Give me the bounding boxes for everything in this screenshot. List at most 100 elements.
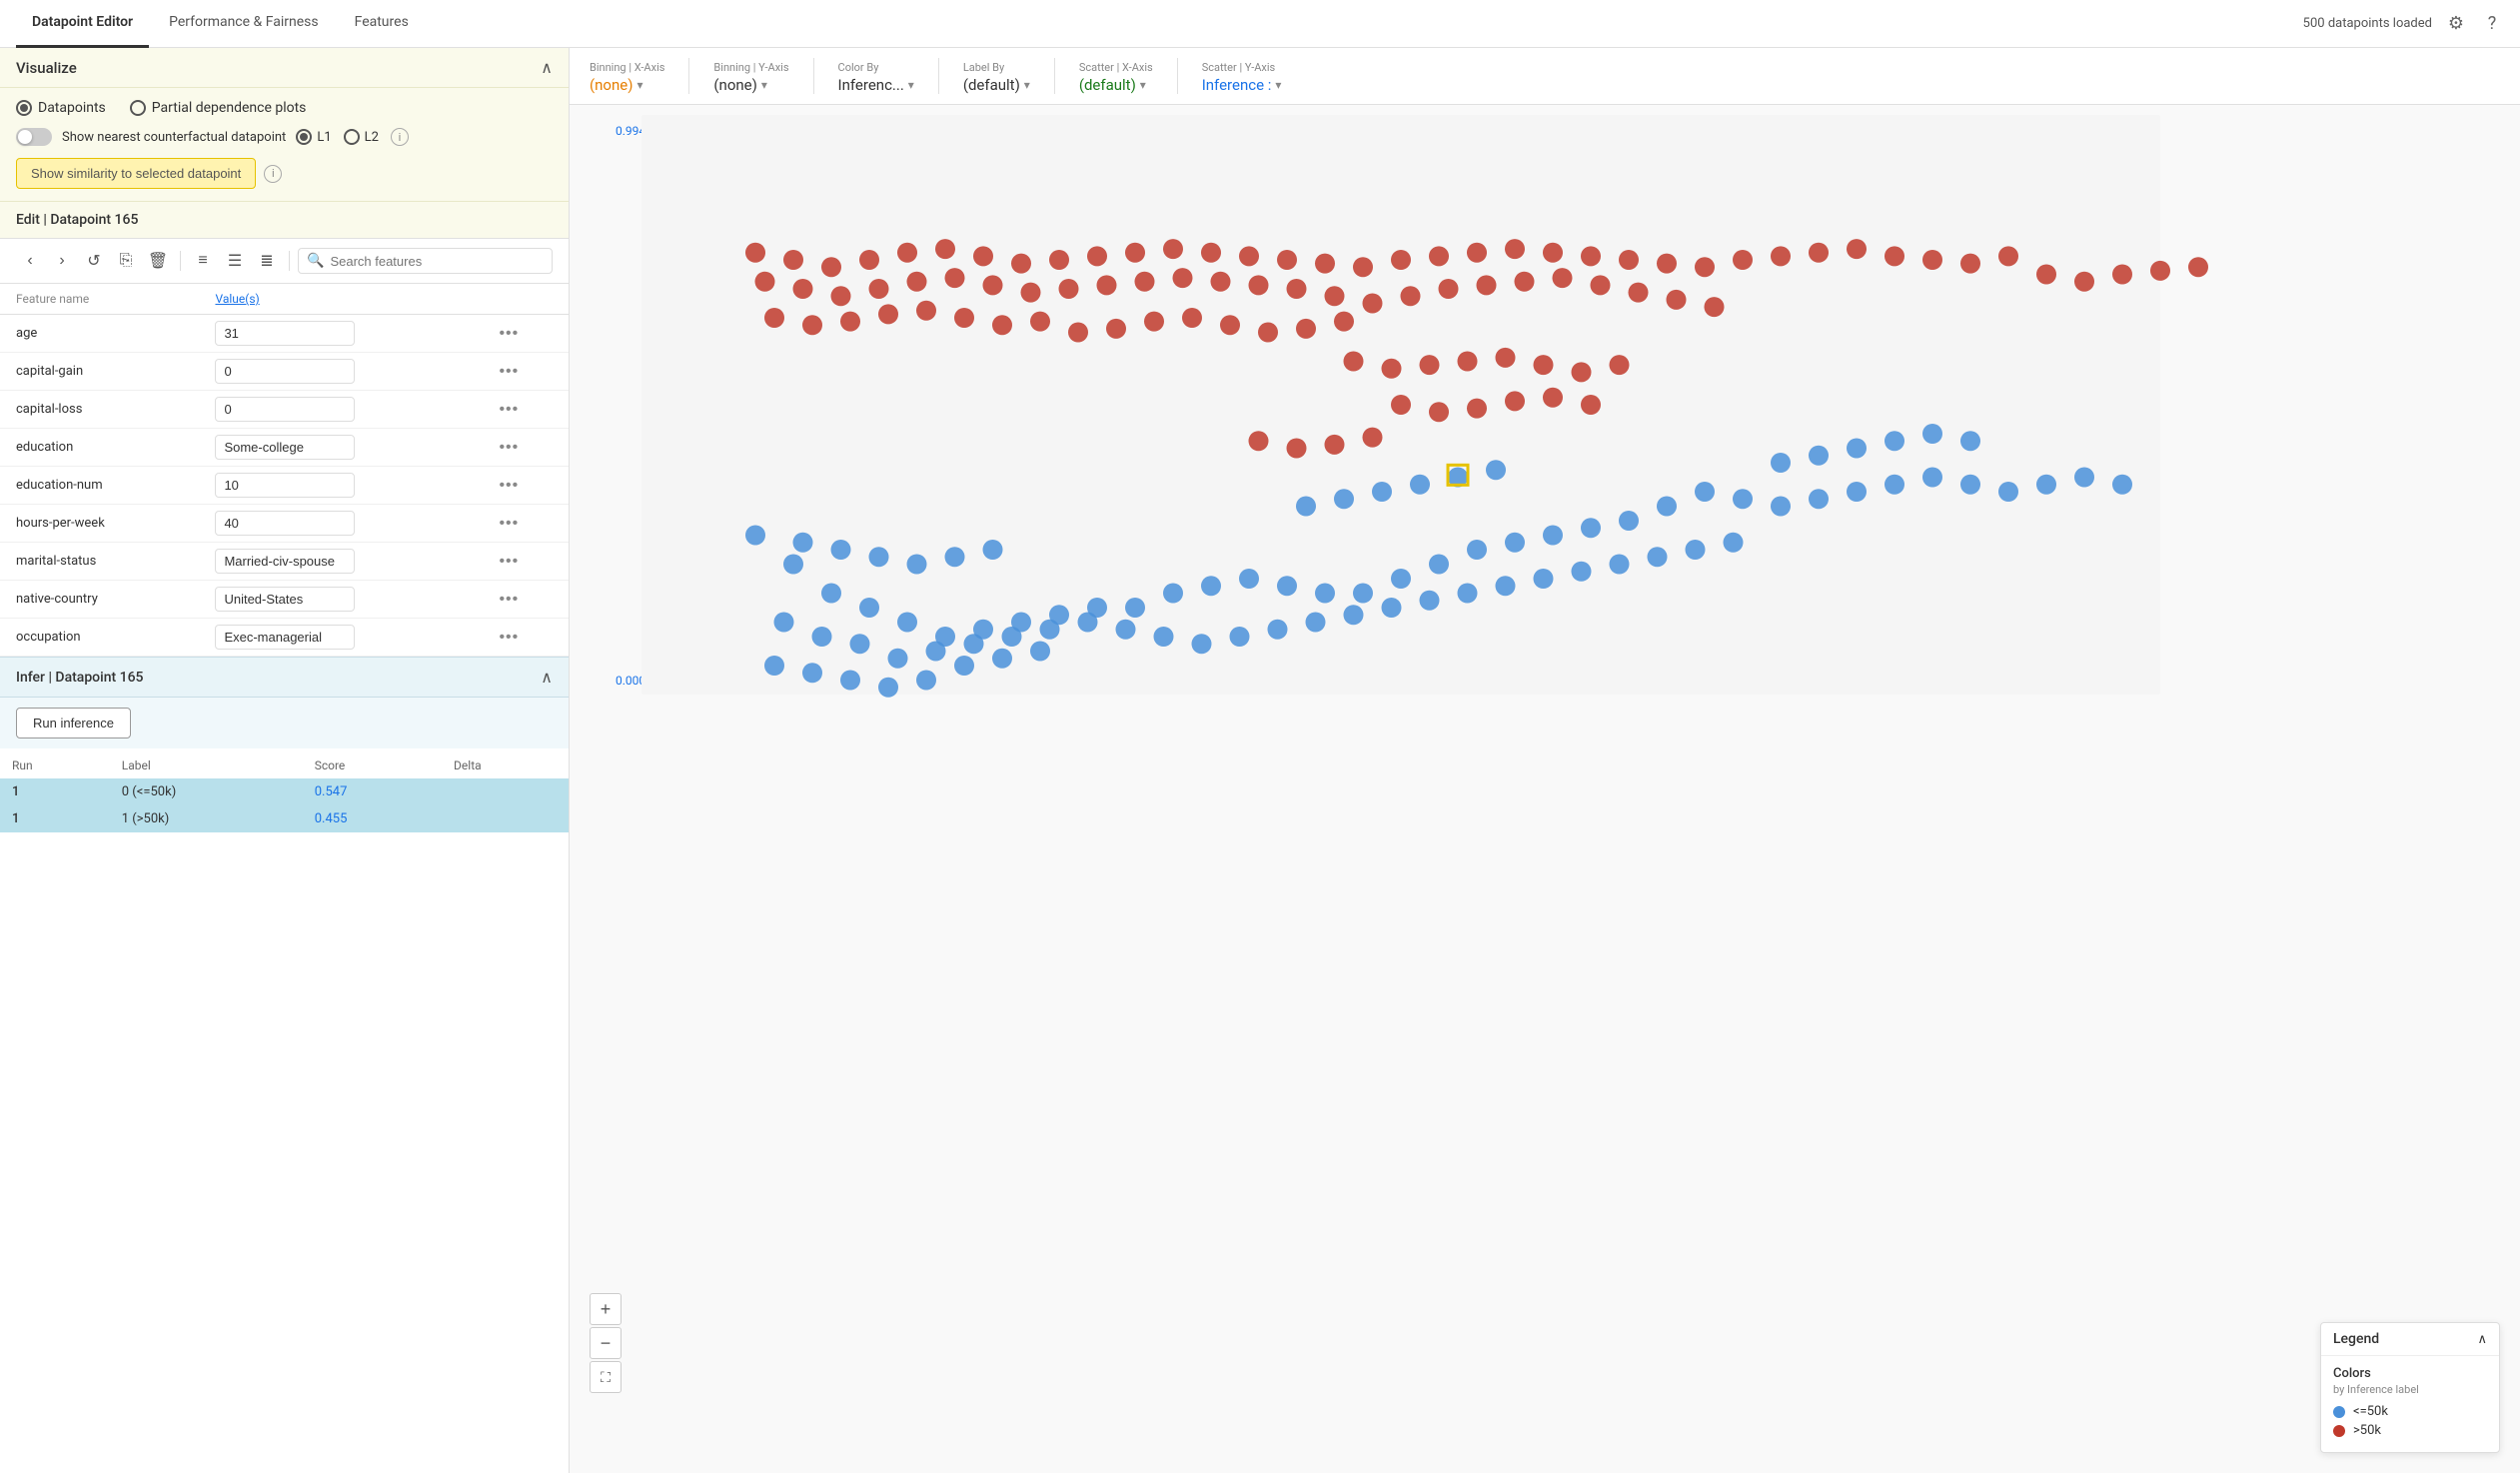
red-data-dot[interactable] (1239, 246, 1259, 266)
infer-row[interactable]: 1 1 (>50k) 0.455 (0, 805, 569, 832)
red-data-dot[interactable] (1287, 439, 1307, 459)
blue-data-dot[interactable] (812, 627, 832, 647)
tab-features[interactable]: Features (339, 0, 425, 48)
red-data-dot[interactable] (973, 246, 993, 266)
blue-data-dot[interactable] (1192, 634, 1212, 654)
feature-more-btn[interactable]: ••• (499, 553, 519, 571)
blue-data-dot[interactable] (1372, 482, 1392, 502)
scatter-plot[interactable]: 0.994 0.000502 (570, 105, 2520, 1473)
red-data-dot[interactable] (1011, 254, 1031, 274)
red-data-dot[interactable] (802, 315, 822, 335)
blue-data-dot[interactable] (1268, 620, 1288, 640)
red-data-dot[interactable] (1163, 239, 1183, 259)
red-data-dot[interactable] (1553, 268, 1573, 288)
blue-data-dot[interactable] (802, 663, 822, 683)
blue-data-dot[interactable] (888, 649, 908, 669)
blue-data-dot[interactable] (1543, 526, 1563, 546)
red-data-dot[interactable] (1705, 297, 1725, 317)
blue-data-dot[interactable] (774, 613, 794, 633)
l-info-icon[interactable]: i (391, 128, 409, 146)
settings-icon[interactable]: ⚙ (2444, 12, 2468, 36)
blue-data-dot[interactable] (783, 555, 803, 575)
red-data-dot[interactable] (1201, 243, 1221, 263)
blue-data-dot[interactable] (1885, 431, 1904, 451)
blue-data-dot[interactable] (1610, 555, 1630, 575)
blue-data-dot[interactable] (1572, 562, 1592, 582)
red-data-dot[interactable] (1135, 272, 1155, 292)
blue-data-dot[interactable] (1724, 533, 1744, 553)
blue-data-dot[interactable] (1030, 642, 1050, 662)
blue-data-dot[interactable] (1771, 453, 1791, 473)
blue-data-dot[interactable] (1201, 576, 1221, 596)
align-left-btn[interactable]: ≡ (189, 247, 217, 275)
blue-data-dot[interactable] (745, 526, 765, 546)
red-data-dot[interactable] (992, 315, 1012, 335)
blue-data-dot[interactable] (1420, 591, 1440, 611)
blue-data-dot[interactable] (964, 634, 984, 654)
red-data-dot[interactable] (1363, 428, 1383, 448)
label-by-dropdown[interactable]: (default) ▾ (963, 76, 1030, 94)
red-data-dot[interactable] (1667, 290, 1687, 310)
feature-more-btn[interactable]: ••• (499, 515, 519, 533)
red-data-dot[interactable] (983, 275, 1003, 295)
red-data-dot[interactable] (1334, 312, 1354, 332)
blue-data-dot[interactable] (1315, 584, 1335, 604)
prev-btn[interactable]: ‹ (16, 247, 44, 275)
red-data-dot[interactable] (1477, 275, 1497, 295)
blue-data-dot[interactable] (916, 671, 936, 691)
blue-data-dot[interactable] (859, 598, 879, 618)
red-data-dot[interactable] (1144, 312, 1164, 332)
blue-data-dot[interactable] (1619, 511, 1639, 531)
blue-data-dot[interactable] (897, 613, 917, 633)
copy-btn[interactable]: ⎘ (112, 247, 140, 275)
feature-value-input[interactable] (215, 321, 355, 346)
red-data-dot[interactable] (1458, 352, 1478, 372)
blue-data-dot[interactable] (1847, 482, 1867, 502)
feature-value-cell[interactable] (199, 467, 483, 505)
red-data-dot[interactable] (745, 243, 765, 263)
red-data-dot[interactable] (1401, 286, 1421, 306)
red-data-dot[interactable] (1619, 250, 1639, 270)
red-data-dot[interactable] (1106, 319, 1126, 339)
blue-data-dot[interactable] (831, 540, 851, 560)
blue-data-dot[interactable] (1496, 576, 1516, 596)
feature-more-btn[interactable]: ••• (499, 325, 519, 343)
blue-data-dot[interactable] (1277, 576, 1297, 596)
blue-data-dot[interactable] (1391, 569, 1411, 589)
feature-value-input[interactable] (215, 473, 355, 498)
red-data-dot[interactable] (1325, 286, 1345, 306)
blue-data-dot[interactable] (1078, 613, 1098, 633)
binning-x-dropdown[interactable]: (none) ▾ (590, 76, 664, 94)
feature-more-btn[interactable]: ••• (499, 439, 519, 457)
red-data-dot[interactable] (1049, 250, 1069, 270)
red-data-dot[interactable] (1733, 250, 1753, 270)
feature-value-input[interactable] (215, 587, 355, 612)
feature-value-cell[interactable] (199, 581, 483, 619)
red-data-dot[interactable] (2036, 265, 2056, 285)
red-data-dot[interactable] (897, 243, 917, 263)
blue-data-dot[interactable] (1733, 489, 1753, 509)
red-data-dot[interactable] (1249, 275, 1269, 295)
red-data-dot[interactable] (1505, 391, 1525, 411)
blue-data-dot[interactable] (2074, 468, 2094, 488)
blue-data-dot[interactable] (1163, 584, 1183, 604)
blue-data-dot[interactable] (1657, 497, 1677, 517)
red-data-dot[interactable] (1998, 246, 2018, 266)
red-data-dot[interactable] (878, 304, 898, 324)
blue-data-dot[interactable] (840, 671, 860, 691)
l2-radio[interactable]: L2 (344, 129, 379, 145)
blue-data-dot[interactable] (869, 547, 889, 567)
red-data-dot[interactable] (1467, 399, 1487, 419)
red-data-dot[interactable] (1068, 323, 1088, 343)
run-inference-btn[interactable]: Run inference (16, 708, 131, 738)
blue-data-dot[interactable] (1410, 475, 1430, 495)
blue-data-dot[interactable] (821, 584, 841, 604)
red-data-dot[interactable] (1534, 355, 1554, 375)
blue-data-dot[interactable] (1116, 620, 1136, 640)
red-data-dot[interactable] (2074, 272, 2094, 292)
feature-value-input[interactable] (215, 625, 355, 650)
red-data-dot[interactable] (1382, 359, 1402, 379)
red-data-dot[interactable] (1505, 239, 1525, 259)
blue-data-dot[interactable] (992, 649, 1012, 669)
counterfactual-toggle[interactable] (16, 128, 52, 146)
